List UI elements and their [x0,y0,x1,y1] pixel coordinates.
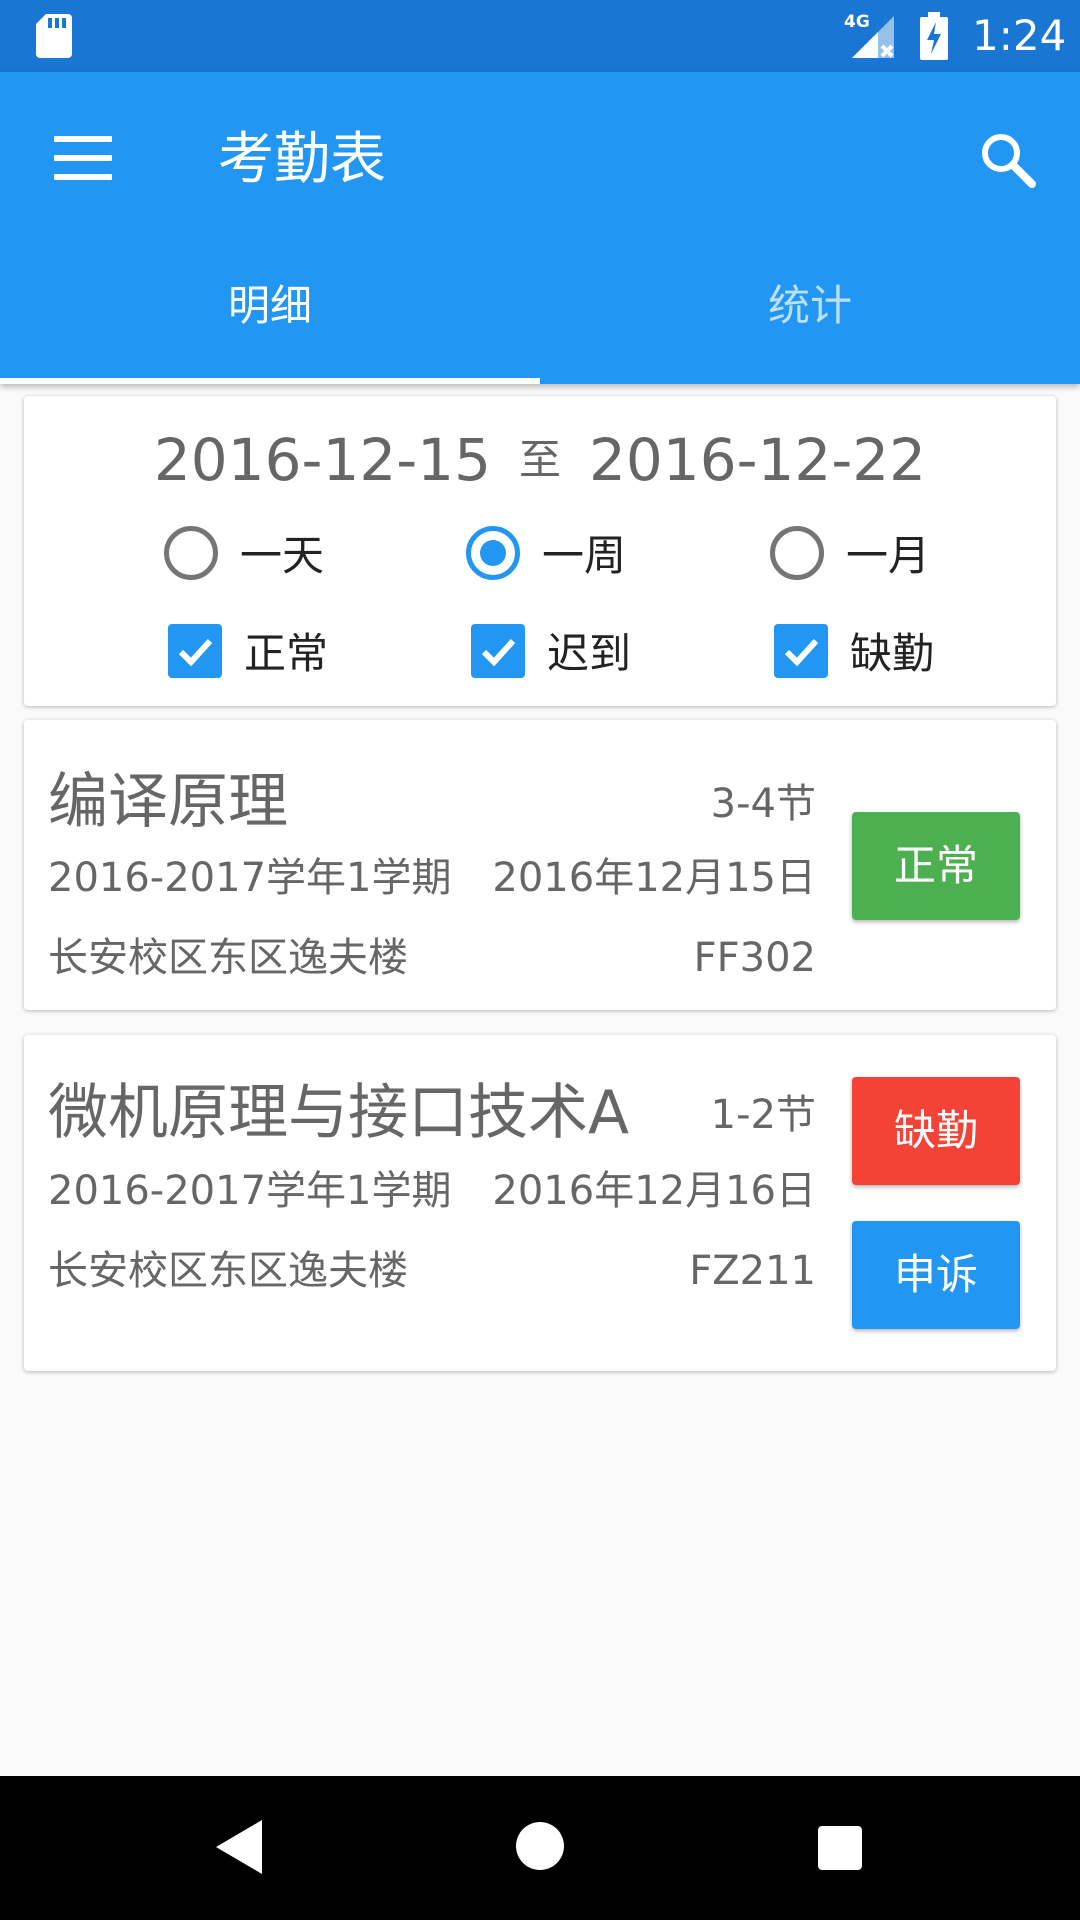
battery-charging-icon [920,12,948,60]
tab-indicator [0,378,540,384]
checkbox-normal[interactable]: 正常 [168,620,328,681]
checkbox-label: 正常 [244,629,329,678]
search-icon[interactable] [978,130,1038,190]
radio-button-selected[interactable] [466,525,520,580]
academic-term: 2016-2017学年1学期 [48,855,452,901]
record-date: 2016年12月15日 [492,855,816,901]
signal-icon [852,16,894,58]
recents-icon[interactable] [818,1826,862,1870]
end-date[interactable]: 2016-12-22 [589,426,926,494]
class-period: 1-2节 [710,1092,816,1138]
navigation-bar [0,1776,1080,1920]
attendance-record-card: 微机原理与接口技术A 1-2节 2016-2017学年1学期 2016年12月1… [24,1035,1056,1371]
checkbox[interactable] [168,623,222,678]
checkbox[interactable] [471,623,525,678]
menu-icon[interactable] [54,136,112,180]
campus-building: 长安校区东区逸夫楼 [48,1248,408,1294]
checkbox-late[interactable]: 迟到 [471,620,631,681]
status-absent-button[interactable]: 缺勤 [852,1077,1020,1185]
attendance-record-card: 编译原理 3-4节 2016-2017学年1学期 2016年12月15日 长安校… [24,720,1056,1010]
course-name: 编译原理 [48,767,288,837]
tab-detail[interactable]: 明细 [0,268,540,384]
status-normal-button[interactable]: 正常 [852,812,1020,920]
page-title: 考勤表 [218,127,386,192]
date-separator: 至 [518,435,561,484]
check-icon [481,638,516,666]
radio-week[interactable]: 一周 [466,522,626,583]
campus-building: 长安校区东区逸夫楼 [48,935,408,981]
clock: 1:24 [972,11,1067,60]
radio-month[interactable]: 一月 [770,522,930,583]
radio-day[interactable]: 一天 [164,522,324,583]
app-bar: 考勤表 明细 统计 [0,72,1080,384]
start-date[interactable]: 2016-12-15 [154,426,491,494]
course-name: 微机原理与接口技术A [48,1078,630,1148]
radio-label: 一周 [542,531,627,580]
radio-button[interactable] [164,525,218,580]
classroom: FF302 [693,935,816,981]
check-icon [178,638,213,666]
radio-label: 一天 [240,531,325,580]
checkbox-absent[interactable]: 缺勤 [774,620,934,681]
checkbox-label: 缺勤 [850,629,935,678]
appeal-button[interactable]: 申诉 [852,1221,1020,1329]
sd-card-icon [36,14,72,58]
home-icon[interactable] [516,1822,564,1870]
classroom: FZ211 [689,1248,816,1294]
checkbox-label: 迟到 [547,629,632,678]
check-icon [784,638,819,666]
radio-label: 一月 [846,531,931,580]
back-icon[interactable] [216,1820,262,1874]
radio-button[interactable] [770,525,824,580]
tab-statistics[interactable]: 统计 [540,268,1080,384]
class-period: 3-4节 [710,781,816,827]
status-bar: 4G 1:24 [0,0,1080,72]
date-range: 2016-12-15 至 2016-12-22 [24,420,1056,500]
academic-term: 2016-2017学年1学期 [48,1168,452,1214]
checkbox[interactable] [774,623,828,678]
filter-card: 2016-12-15 至 2016-12-22 一天 一周 一月 正常 迟到 缺勤 [24,396,1056,706]
record-date: 2016年12月16日 [492,1168,816,1214]
